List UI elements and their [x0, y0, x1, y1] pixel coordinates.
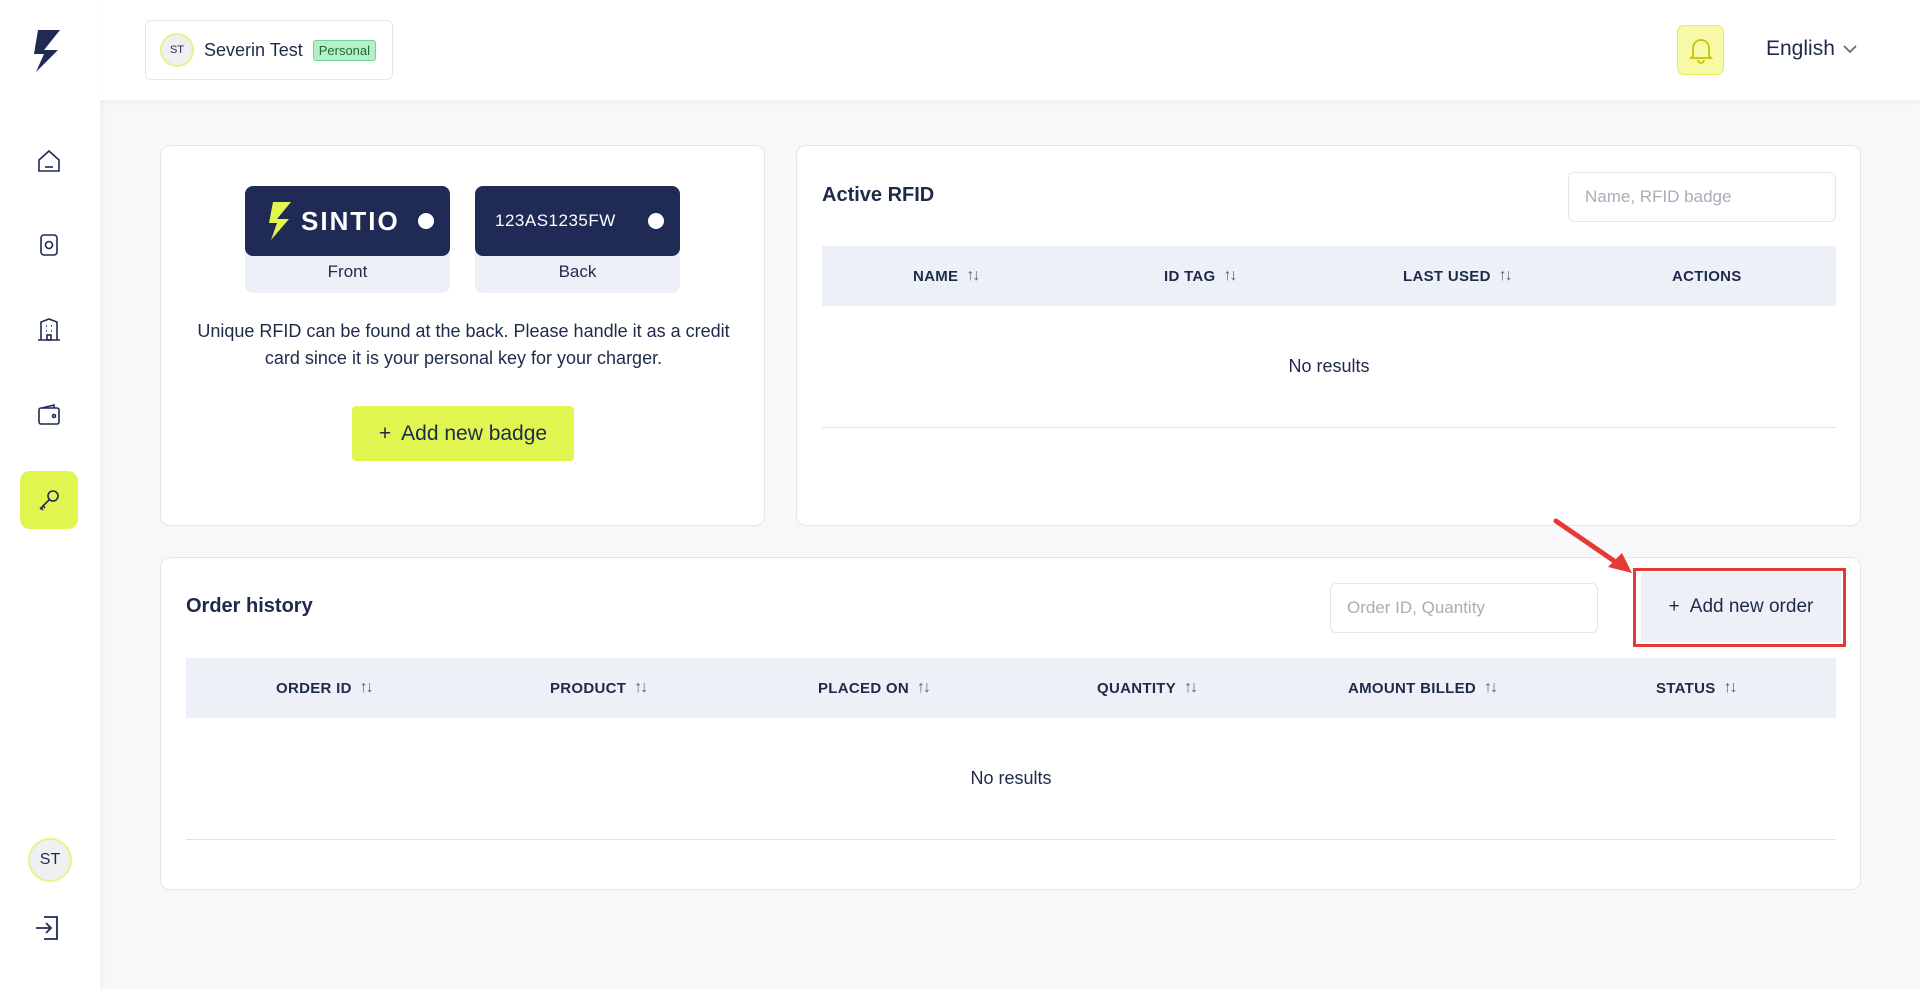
column-name[interactable]: NAME ↑↓ [913, 246, 980, 306]
chevron-down-icon [1843, 45, 1857, 54]
sidebar-item-building[interactable] [20, 301, 78, 359]
home-icon [38, 149, 60, 172]
order-table-header: ORDER ID ↑↓ PRODUCT ↑↓ PLACED ON ↑↓ QUANTIT… [186, 658, 1836, 718]
sort-icon: ↑↓ [1223, 267, 1238, 284]
sort-icon: ↑↓ [1484, 679, 1498, 696]
column-order-id[interactable]: ORDER ID ↑↓ [276, 658, 374, 718]
account-type-badge: Personal [312, 39, 377, 61]
account-name: Severin Test [204, 39, 303, 60]
sort-icon: ↑↓ [917, 679, 931, 696]
column-actions: ACTIONS [1672, 267, 1742, 285]
logout-icon[interactable] [32, 912, 64, 944]
brand-logo: SINTIO [267, 201, 400, 241]
sort-icon: ↑↓ [1184, 679, 1198, 696]
sort-icon: ↑↓ [634, 679, 648, 696]
badge-back: 123AS1235FW Back [475, 186, 680, 293]
sort-icon: ↑↓ [1723, 679, 1738, 696]
column-product[interactable]: PRODUCT ↑↓ [550, 658, 648, 718]
bell-icon [1688, 39, 1713, 64]
column-quantity[interactable]: QUANTITY ↑↓ [1097, 658, 1198, 718]
sort-icon: ↑↓ [359, 679, 374, 696]
add-new-badge-label: Add new badge [401, 421, 548, 445]
order-search-input[interactable] [1330, 583, 1598, 633]
rfid-table-header: NAME ↑↓ ID TAG ↑↓ LAST USED ↑↓ ACTIONS [822, 246, 1836, 306]
column-id-tag[interactable]: ID TAG ↑↓ [1164, 246, 1238, 306]
language-label: English [1766, 37, 1835, 60]
front-label: Front [327, 262, 368, 281]
annotation-highlight-box [1633, 568, 1846, 647]
order-history-card: Order history ORDER ID↑↓ PRODUCT↑↓ PLACE… [160, 557, 1861, 890]
badge-front-face: SINTIO [245, 186, 450, 256]
annotation-arrow-icon [1553, 518, 1632, 573]
order-history-title: Order history [186, 595, 313, 617]
logo-icon[interactable] [30, 28, 66, 74]
active-rfid-title: Active RFID [822, 184, 935, 206]
sort-icon: ↑↓ [1498, 267, 1513, 284]
badge-description: Unique RFID can be found at the back. Pl… [197, 321, 730, 368]
back-label: Back [558, 262, 597, 281]
bolt-icon [269, 202, 291, 240]
badge-serial: 123AS1235FW [495, 211, 616, 230]
badge-hole [418, 213, 434, 229]
column-status[interactable]: STATUS ↑↓ [1656, 658, 1738, 718]
sidebar-item-key[interactable] [20, 471, 78, 529]
rfid-empty-state: No results [1288, 356, 1370, 376]
badge-hole [648, 213, 664, 229]
language-selector[interactable]: English [1766, 37, 1857, 61]
sidebar-item-charger[interactable] [20, 216, 78, 274]
sidebar-item-home[interactable] [20, 132, 78, 190]
charger-icon [40, 234, 58, 256]
order-empty-state: No results [970, 768, 1052, 788]
sidebar-item-wallet[interactable] [20, 386, 78, 444]
badge-front: SINTIO Front [245, 186, 450, 293]
rfid-search-input[interactable] [1568, 172, 1836, 222]
sort-icon: ↑↓ [966, 267, 980, 284]
add-new-badge-button[interactable]: + Add new badge [352, 406, 574, 461]
sidebar: ST [0, 0, 100, 989]
key-icon [39, 490, 59, 511]
column-amount-billed[interactable]: AMOUNT BILLED ↑↓ [1348, 658, 1498, 718]
badge-back-face: 123AS1235FW [475, 186, 680, 256]
wallet-icon [38, 403, 60, 425]
column-placed-on[interactable]: PLACED ON ↑↓ [818, 658, 931, 718]
column-last-used[interactable]: LAST USED ↑↓ [1403, 246, 1513, 306]
badge-card: SINTIO Front 123AS1235FW Back Unique RFI… [160, 145, 765, 526]
account-switcher[interactable]: ST Severin Test Personal [145, 20, 393, 80]
divider [186, 839, 1836, 840]
user-avatar[interactable]: ST [28, 838, 72, 882]
notifications-button[interactable] [1677, 25, 1724, 75]
divider [822, 427, 1836, 428]
account-avatar: ST [160, 33, 194, 67]
building-icon [38, 318, 60, 341]
plus-icon: + [378, 421, 392, 445]
active-rfid-card: Active RFID NAME↑↓ ID TAG↑↓ LAST USED↑↓ … [796, 145, 1861, 526]
top-header: ST Severin Test Personal English [100, 0, 1920, 100]
